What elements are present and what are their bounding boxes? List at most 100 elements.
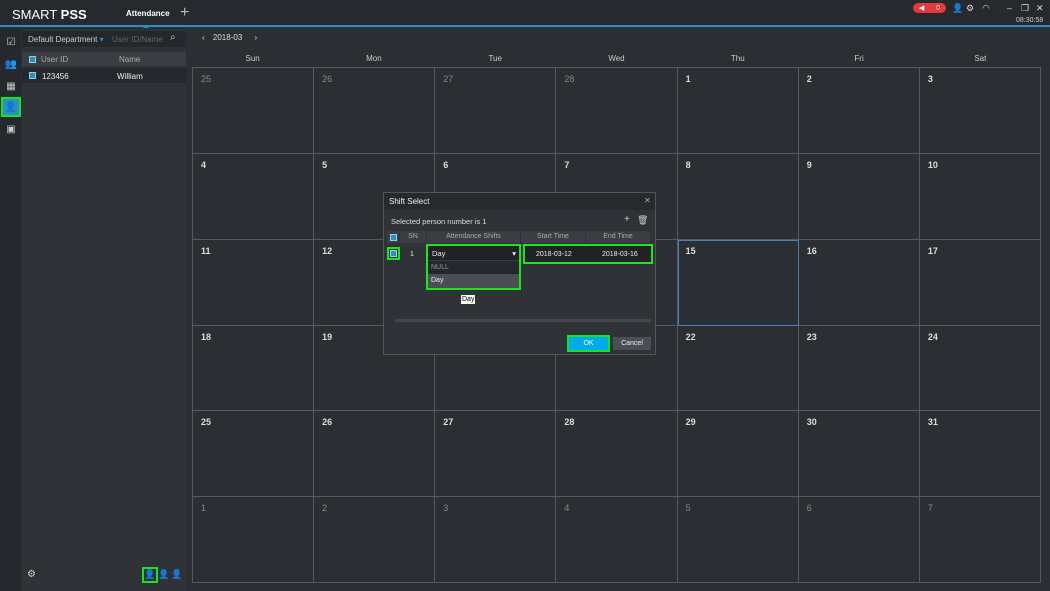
calendar-day-cell[interactable]: 3 bbox=[435, 497, 557, 583]
shift-dropdown[interactable]: Day ▾ NULL Day bbox=[426, 244, 521, 290]
close-icon[interactable]: ✕ bbox=[644, 196, 651, 205]
calendar-day-cell[interactable]: 25 bbox=[193, 68, 315, 154]
row-checkbox[interactable] bbox=[387, 247, 400, 260]
weekday: Sun bbox=[245, 54, 260, 63]
calendar-day-cell[interactable]: 28 bbox=[556, 68, 678, 154]
horizontal-scrollbar[interactable] bbox=[395, 319, 651, 322]
user-icon[interactable]: 👤 bbox=[952, 3, 963, 14]
settings-icon[interactable]: ⚙ bbox=[27, 569, 36, 580]
trash-icon[interactable]: 🗑 bbox=[637, 215, 648, 226]
weekday: Sat bbox=[974, 54, 987, 63]
calendar-day-cell[interactable]: 30 bbox=[798, 411, 920, 498]
filter-bar: Default Department ▾ User ID/Name ⌕ bbox=[22, 31, 186, 47]
start-time[interactable]: 2018-03-12 bbox=[536, 251, 572, 258]
weekday-header: Sun Mon Tue Wed Thu Fri Sat bbox=[192, 52, 1041, 66]
calendar-day-cell[interactable]: 2 bbox=[314, 497, 436, 583]
calendar-day-cell[interactable]: 5 bbox=[677, 497, 799, 583]
calendar-day-cell[interactable]: 25 bbox=[193, 411, 315, 498]
shift-select[interactable]: Day ▾ bbox=[428, 246, 519, 260]
calendar-day-cell[interactable]: 29 bbox=[677, 411, 799, 498]
weekday: Wed bbox=[608, 54, 625, 63]
select-all-checkbox[interactable] bbox=[390, 234, 397, 241]
shift-assign-icon[interactable]: 👤 bbox=[1, 97, 21, 117]
calendar-day-cell[interactable]: 23 bbox=[798, 325, 920, 412]
minimize-icon[interactable]: – bbox=[1007, 3, 1012, 13]
calendar-check-icon[interactable]: ☑ bbox=[3, 34, 19, 50]
title-bar: SMART PSS Attendance + ◀ 0 👤 ⚙ ◠ – ❐ ✕ 08… bbox=[0, 0, 1050, 28]
calendar-day-cell[interactable]: 7 bbox=[919, 497, 1041, 583]
calendar-day-cell[interactable]: 15 bbox=[677, 239, 799, 326]
weekday: Fri bbox=[854, 54, 864, 63]
calendar-day-cell[interactable]: 16 bbox=[798, 239, 920, 326]
add-icon[interactable]: + bbox=[624, 214, 630, 225]
logo-bold: PSS bbox=[60, 7, 87, 22]
gear-icon[interactable]: ⚙ bbox=[966, 3, 974, 14]
option-null[interactable]: NULL bbox=[428, 261, 519, 274]
prev-month-button[interactable]: ‹ bbox=[202, 33, 205, 42]
calendar-day-cell[interactable]: 2 bbox=[798, 68, 920, 154]
calendar-day-cell[interactable]: 24 bbox=[919, 325, 1041, 412]
select-all-checkbox[interactable] bbox=[29, 56, 36, 63]
calendar-day-cell[interactable]: 11 bbox=[193, 239, 315, 326]
col-user-id: User ID bbox=[41, 55, 69, 64]
calendar-day-cell[interactable]: 4 bbox=[556, 497, 678, 583]
calendar-day-cell[interactable]: 28 bbox=[556, 411, 678, 498]
cancel-button[interactable]: Cancel bbox=[613, 337, 651, 350]
report-icon[interactable]: ▣ bbox=[3, 121, 19, 137]
calendar-day-cell[interactable]: 3 bbox=[919, 68, 1041, 154]
user-panel bbox=[22, 29, 186, 591]
calendar-day-cell[interactable]: 1 bbox=[193, 497, 315, 583]
calendar-day-cell[interactable]: 9 bbox=[798, 153, 920, 240]
clear-shift-icon[interactable]: 👤 bbox=[171, 569, 182, 580]
assign-shift-icon[interactable]: 👤 bbox=[142, 567, 158, 583]
logo-light: SMART bbox=[12, 7, 61, 22]
department-select[interactable]: Default Department ▾ bbox=[28, 35, 104, 44]
user-id: 123456 bbox=[42, 72, 69, 81]
col-check bbox=[387, 231, 399, 243]
col-name: Name bbox=[119, 55, 141, 64]
calendar-day-cell[interactable]: 27 bbox=[435, 411, 557, 498]
weekday: Tue bbox=[488, 54, 502, 63]
search-input[interactable]: User ID/Name bbox=[112, 35, 163, 44]
user-name: William bbox=[117, 72, 143, 81]
calendar-day-cell[interactable]: 26 bbox=[314, 68, 436, 154]
gauge-icon[interactable]: ◠ bbox=[982, 3, 990, 14]
schedule-icon[interactable]: ▦ bbox=[3, 78, 19, 94]
alarm-badge[interactable]: ◀ 0 bbox=[913, 3, 946, 13]
calendar-day-cell[interactable]: 18 bbox=[193, 325, 315, 412]
weekday: Mon bbox=[366, 54, 382, 63]
next-month-button[interactable]: › bbox=[255, 33, 258, 42]
ok-button[interactable]: OK bbox=[567, 335, 610, 352]
calendar-day-cell[interactable]: 17 bbox=[919, 239, 1041, 326]
chevron-down-icon: ▾ bbox=[99, 35, 104, 44]
shift-select-dialog: Shift Select ✕ Selected person number is… bbox=[383, 192, 656, 355]
calendar-day-cell[interactable]: 8 bbox=[677, 153, 799, 240]
calendar-day-cell[interactable]: 22 bbox=[677, 325, 799, 412]
calendar-day-cell[interactable]: 27 bbox=[435, 68, 557, 154]
department-label: Default Department bbox=[28, 35, 98, 44]
col-start: Start Time bbox=[521, 231, 585, 243]
clock: 08:30:58 bbox=[1016, 17, 1044, 24]
calendar-day-cell[interactable]: 1 bbox=[677, 68, 799, 154]
date-range[interactable]: 2018-03-12 2018-03-16 bbox=[523, 244, 653, 264]
search-icon[interactable]: ⌕ bbox=[170, 32, 176, 43]
calendar-day-cell[interactable]: 10 bbox=[919, 153, 1041, 240]
tab-attendance[interactable]: Attendance bbox=[126, 9, 170, 18]
row-checkbox[interactable] bbox=[29, 72, 36, 79]
calendar-day-cell[interactable]: 31 bbox=[919, 411, 1041, 498]
close-icon[interactable]: ✕ bbox=[1036, 3, 1044, 14]
calendar-day-cell[interactable]: 6 bbox=[798, 497, 920, 583]
table-row[interactable]: 123456 William bbox=[22, 68, 186, 83]
restore-icon[interactable]: ❐ bbox=[1021, 3, 1029, 14]
tab-indicator bbox=[143, 22, 149, 28]
users-icon[interactable]: 👥 bbox=[3, 56, 19, 72]
col-sn: SN bbox=[400, 231, 426, 243]
calendar-day-cell[interactable]: 26 bbox=[314, 411, 436, 498]
option-day[interactable]: Day bbox=[428, 274, 519, 288]
temp-shift-icon[interactable]: 👤 bbox=[158, 569, 169, 580]
end-time[interactable]: 2018-03-16 bbox=[602, 251, 638, 258]
add-tab-button[interactable]: + bbox=[180, 4, 189, 22]
calendar-day-cell[interactable]: 4 bbox=[193, 153, 315, 240]
dialog-title-bar: Shift Select ✕ bbox=[384, 193, 655, 210]
chevron-down-icon: ▾ bbox=[512, 249, 516, 258]
